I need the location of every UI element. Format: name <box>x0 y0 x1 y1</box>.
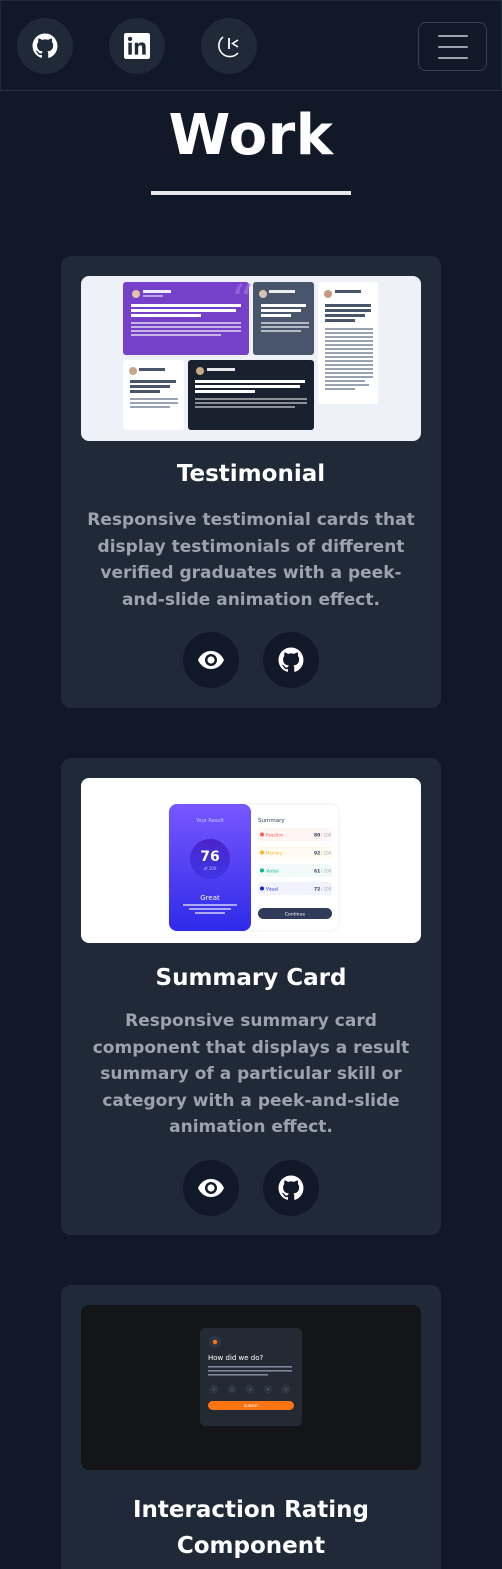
github-icon <box>278 1175 304 1200</box>
summary-preview-image: Your Result 76 of 100 Great Summary Reac… <box>168 803 340 932</box>
project-thumbnail[interactable]: How did we do? 1 2 3 4 5 SUBMIT <box>81 1305 421 1470</box>
svg-text:“: “ <box>231 276 254 327</box>
svg-text:5: 5 <box>285 1387 287 1391</box>
eye-icon <box>198 1179 224 1197</box>
testimonial-preview-image: “ <box>123 276 378 430</box>
personal-logo-icon <box>218 36 239 58</box>
project-thumbnail[interactable]: Your Result 76 of 100 Great Summary Reac… <box>81 778 421 943</box>
svg-text:80: 80 <box>314 833 320 839</box>
navbar <box>0 0 502 91</box>
source-code-button[interactable] <box>263 632 319 688</box>
svg-text:/ 100: / 100 <box>321 869 332 874</box>
menu-toggle-button[interactable] <box>418 22 487 71</box>
section-title: Work <box>168 103 334 168</box>
svg-text:Continue: Continue <box>285 912 305 918</box>
project-card-testimonial: “ Testimonial Responsive testimonial car… <box>61 256 441 708</box>
score-value: 76 <box>200 849 219 865</box>
eye-icon <box>198 651 224 669</box>
svg-text:/ 100: / 100 <box>321 851 332 856</box>
title-underline <box>151 191 351 195</box>
svg-text:/ 100: / 100 <box>321 833 332 838</box>
svg-text:SUBMIT: SUBMIT <box>244 1403 259 1408</box>
project-description: Responsive testimonial cards that displa… <box>87 510 415 610</box>
github-link[interactable] <box>17 18 73 74</box>
result-label: Your Result <box>195 818 224 824</box>
svg-text:of 100: of 100 <box>204 866 217 871</box>
svg-text:2: 2 <box>231 1387 233 1391</box>
linkedin-link[interactable] <box>109 18 165 74</box>
svg-text:61: 61 <box>314 869 320 875</box>
live-demo-button[interactable] <box>183 1160 239 1216</box>
hamburger-menu-icon <box>437 34 468 37</box>
live-demo-button[interactable] <box>183 632 239 688</box>
project-card-summary: Your Result 76 of 100 Great Summary Reac… <box>61 758 441 1235</box>
project-thumbnail[interactable]: “ <box>81 276 421 441</box>
svg-text:92: 92 <box>314 851 320 857</box>
github-icon <box>278 647 304 672</box>
svg-text:Verbal: Verbal <box>266 869 279 874</box>
rating-heading: How did we do? <box>208 1354 264 1362</box>
svg-text:72: 72 <box>314 887 320 893</box>
source-code-button[interactable] <box>263 1160 319 1216</box>
linkedin-icon <box>124 33 150 59</box>
svg-text:1: 1 <box>213 1387 215 1391</box>
project-title: Summary Card <box>155 965 347 991</box>
svg-text:Visual: Visual <box>266 887 278 892</box>
personal-site-link[interactable] <box>201 18 257 74</box>
github-icon <box>32 33 58 58</box>
rating-preview-image: How did we do? 1 2 3 4 5 SUBMIT <box>200 1328 302 1426</box>
svg-text:3: 3 <box>249 1387 251 1391</box>
project-description: Responsive summary card component that d… <box>92 1011 410 1137</box>
project-card-rating: How did we do? 1 2 3 4 5 SUBMIT Interact… <box>61 1285 441 1569</box>
project-title: Interaction Rating Component <box>132 1497 370 1559</box>
svg-text:/ 100: / 100 <box>321 887 332 892</box>
svg-text:Great: Great <box>200 894 220 902</box>
svg-text:Summary: Summary <box>258 818 285 824</box>
svg-text:Reaction: Reaction <box>266 833 284 838</box>
project-title: Testimonial <box>176 461 326 487</box>
svg-text:Memory: Memory <box>266 851 283 856</box>
